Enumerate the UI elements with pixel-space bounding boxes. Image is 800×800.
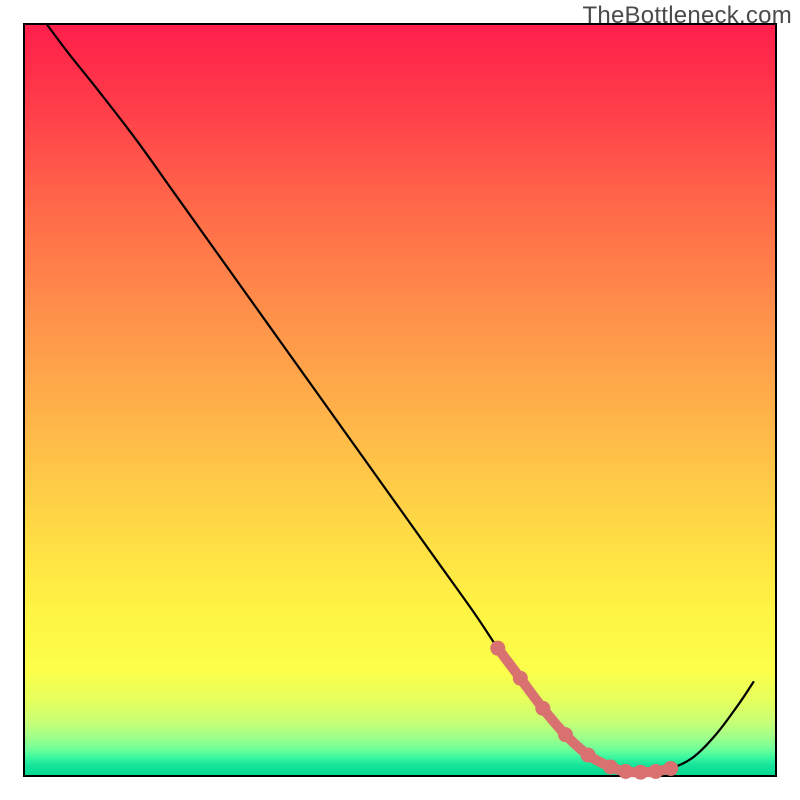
highlight-point bbox=[581, 747, 596, 762]
highlight-point bbox=[603, 759, 618, 774]
gradient-background bbox=[24, 24, 776, 776]
watermark-text: TheBottleneck.com bbox=[582, 2, 792, 30]
highlight-point bbox=[535, 701, 550, 716]
highlight-point bbox=[513, 671, 528, 686]
highlight-point bbox=[663, 761, 678, 776]
highlight-point bbox=[490, 641, 505, 656]
highlight-point bbox=[618, 764, 633, 779]
bottleneck-chart bbox=[0, 0, 800, 800]
highlight-point bbox=[633, 765, 648, 780]
highlight-point bbox=[558, 727, 573, 742]
chart-frame: TheBottleneck.com bbox=[0, 0, 800, 800]
highlight-point bbox=[648, 764, 663, 779]
